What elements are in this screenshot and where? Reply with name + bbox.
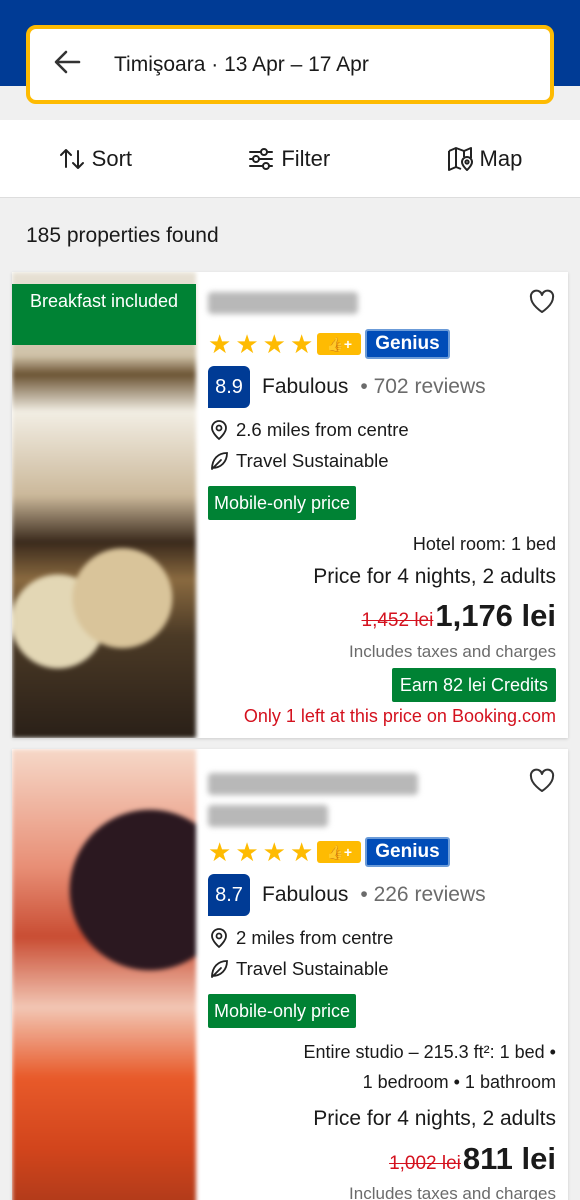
property-card[interactable]: Breakfast included ★ ★ ★ ★ 👍+ Genius 8.9…: [12, 272, 568, 738]
back-arrow-icon[interactable]: [52, 47, 92, 83]
property-photo[interactable]: [12, 749, 196, 1200]
mobile-only-price-badge: Mobile-only price: [208, 994, 357, 1028]
current-price: 811 lei: [462, 1141, 556, 1176]
mobile-only-price-badge: Mobile-only price: [208, 486, 357, 520]
stay-details: Price for 4 nights, 2 adults: [313, 1107, 556, 1130]
sort-label: Sort: [91, 145, 133, 171]
review-score-word: Fabulous: [262, 883, 349, 906]
location-pin-icon: [211, 928, 227, 949]
rating-row: ★ ★ ★ ★ 👍+ Genius: [208, 837, 450, 867]
star-icon: ★: [208, 837, 232, 867]
sort-arrows-icon: [59, 148, 84, 169]
results-count: 185 properties found: [26, 224, 219, 247]
credits-badge: Earn 82 lei Credits: [391, 668, 556, 702]
search-query-text[interactable]: Timişoara · 13 Apr – 17 Apr: [114, 53, 369, 77]
current-price: 1,176 lei: [435, 598, 556, 633]
property-name-blurred[interactable]: [208, 292, 358, 314]
leaf-icon: [211, 452, 228, 470]
results-toolbar: Sort Filter Map: [0, 120, 580, 198]
review-count: • 702 reviews: [360, 375, 486, 398]
map-icon: [447, 146, 473, 171]
property-card[interactable]: ★ ★ ★ ★ 👍+ Genius 8.7 Fabulous • 226 rev…: [12, 749, 568, 1200]
price-row: 1,002 lei 811 lei: [389, 1141, 556, 1177]
breakfast-badge: Breakfast included: [12, 284, 196, 345]
sustainable-text: Travel Sustainable: [236, 450, 389, 471]
price-row: 1,452 lei 1,176 lei: [362, 598, 557, 634]
star-icon: ★: [289, 329, 314, 359]
filter-button[interactable]: Filter: [247, 145, 330, 173]
preferred-partner-thumb-icon: 👍+: [317, 333, 362, 355]
room-type-line2: 1 bedroom • 1 bathroom: [362, 1072, 556, 1092]
taxes-note: Includes taxes and charges: [349, 1184, 556, 1200]
original-price: 1,452 lei: [361, 610, 434, 631]
leaf-icon: [211, 960, 228, 978]
review-score-row[interactable]: 8.9 Fabulous • 702 reviews: [208, 366, 486, 408]
sustainable-row: Travel Sustainable: [208, 450, 389, 472]
sustainable-text: Travel Sustainable: [236, 958, 389, 979]
filter-sliders-icon: [249, 147, 274, 170]
map-label: Map: [479, 145, 523, 171]
distance-text: 2.6 miles from centre: [236, 419, 409, 440]
distance-row: 2.6 miles from centre: [208, 419, 409, 441]
star-icon: ★: [262, 329, 286, 359]
taxes-note: Includes taxes and charges: [349, 642, 556, 661]
location-pin-icon: [211, 420, 227, 441]
filter-label: Filter: [281, 145, 331, 171]
review-score-badge: 8.7: [208, 874, 250, 916]
star-icon: ★: [208, 329, 232, 359]
review-score-row[interactable]: 8.7 Fabulous • 226 reviews: [208, 874, 486, 916]
sort-button[interactable]: Sort: [58, 145, 132, 173]
preferred-partner-thumb-icon: 👍+: [317, 841, 362, 863]
review-count: • 226 reviews: [360, 883, 486, 906]
sustainable-row: Travel Sustainable: [208, 958, 389, 980]
star-icon: ★: [235, 329, 259, 359]
stay-details: Price for 4 nights, 2 adults: [313, 565, 556, 588]
heart-icon[interactable]: [528, 288, 556, 316]
original-price: 1,002 lei: [389, 1153, 461, 1174]
room-type: Hotel room: 1 bed: [412, 534, 556, 554]
genius-badge: Genius: [365, 837, 450, 867]
map-button[interactable]: Map: [446, 145, 523, 173]
scarcity-message: Only 1 left at this price on Booking.com: [243, 706, 556, 726]
star-icon: ★: [289, 837, 314, 867]
genius-badge: Genius: [365, 329, 450, 359]
property-name-blurred-line2[interactable]: [208, 805, 328, 827]
review-score-word: Fabulous: [262, 375, 349, 398]
room-type: Entire studio – 215.3 ft²: 1 bed •: [303, 1042, 556, 1062]
star-icon: ★: [235, 837, 259, 867]
property-name-blurred[interactable]: [208, 773, 418, 795]
heart-icon[interactable]: [528, 767, 556, 795]
review-score-badge: 8.9: [208, 366, 250, 408]
star-icon: ★: [262, 837, 286, 867]
distance-text: 2 miles from centre: [236, 927, 394, 948]
distance-row: 2 miles from centre: [208, 927, 393, 949]
rating-row: ★ ★ ★ ★ 👍+ Genius: [208, 329, 450, 359]
search-summary-box[interactable]: Timişoara · 13 Apr – 17 Apr: [26, 25, 554, 104]
